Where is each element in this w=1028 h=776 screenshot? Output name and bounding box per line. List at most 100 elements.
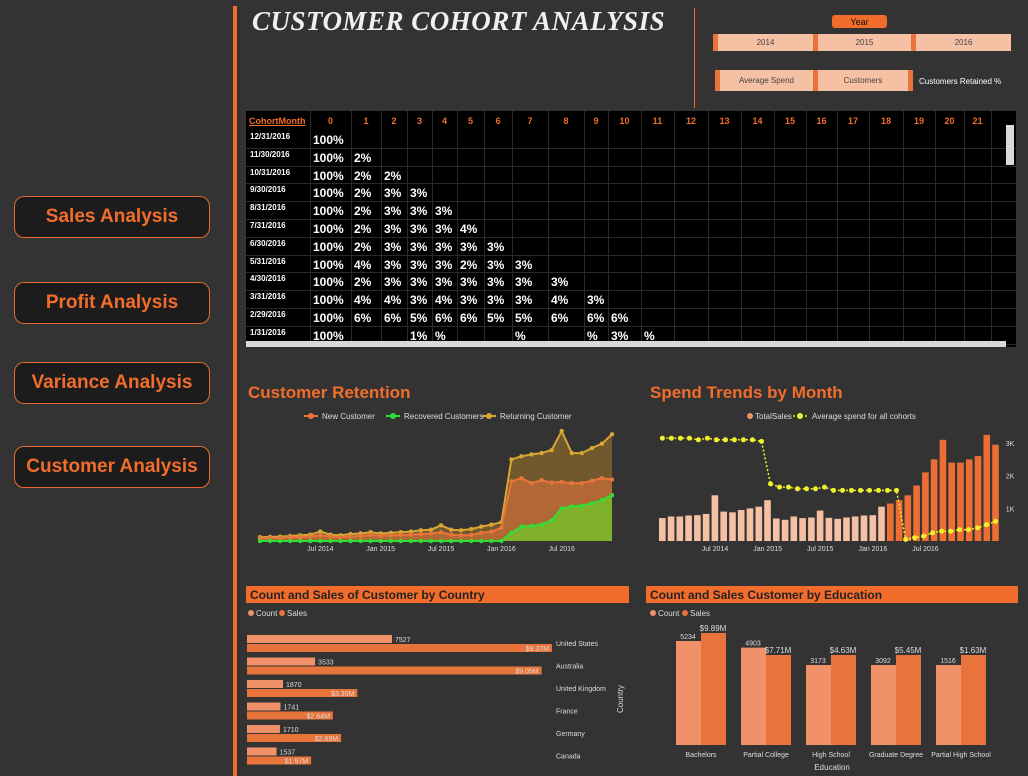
column-header-9[interactable]: 9	[584, 111, 608, 130]
grid-line	[708, 111, 709, 341]
average-spend-point	[948, 528, 954, 534]
data-point	[479, 530, 484, 535]
data-point	[609, 493, 615, 498]
column-header-21[interactable]: 21	[964, 111, 991, 130]
column-header-10[interactable]: 10	[608, 111, 641, 130]
cohort-cell: 5%	[410, 311, 428, 325]
data-point	[569, 450, 574, 456]
average-spend-point	[704, 435, 710, 441]
data-point	[338, 538, 343, 544]
cohort-month-header[interactable]: CohortMonth	[249, 111, 309, 130]
vertical-scrollbar[interactable]	[1006, 125, 1014, 165]
column-header-13[interactable]: 13	[708, 111, 741, 130]
cohort-cell: 3%	[487, 257, 505, 272]
data-point	[519, 524, 524, 529]
grid-line	[351, 111, 352, 341]
year-2015-button[interactable]: 2015	[813, 34, 911, 51]
legend-label: Count	[658, 609, 680, 618]
count-bar	[806, 665, 831, 745]
column-header-2[interactable]: 2	[381, 111, 407, 130]
cohort-cell: 3%	[410, 293, 428, 308]
total-sales-bar	[711, 495, 719, 541]
grid-line	[246, 147, 1016, 149]
customers-retained-button[interactable]: Customers Retained %	[919, 77, 1001, 86]
cohort-cell: 3%	[515, 275, 533, 290]
data-point	[288, 538, 293, 544]
column-header-3[interactable]: 3	[407, 111, 432, 130]
total-sales-bar	[878, 506, 885, 541]
cohort-cell: 6%	[460, 311, 478, 325]
cohort-cell: 3%	[384, 257, 402, 272]
average-spend-point	[930, 530, 936, 536]
column-header-18[interactable]: 18	[869, 111, 903, 130]
cohort-row-label: 7/31/2016	[250, 221, 286, 230]
profit-analysis-button[interactable]: Profit Analysis	[14, 282, 210, 324]
data-point	[368, 538, 373, 544]
column-header-8[interactable]: 8	[548, 111, 584, 130]
average-spend-button[interactable]: Average Spend	[715, 70, 813, 91]
cohort-table[interactable]: CohortMonth 0 1 2 3 4 5 6 7 8 9 10 11 12 13 14 15 16 17 18 1…	[246, 111, 1016, 347]
cohort-cell: 2%	[354, 275, 372, 290]
cohort-cell: 5%	[487, 311, 505, 325]
column-header-1[interactable]: 1	[351, 111, 381, 130]
column-header-6[interactable]: 6	[484, 111, 512, 130]
customers-button[interactable]: Customers	[813, 70, 913, 91]
sales-data-label: $9.37M	[526, 646, 550, 653]
column-header-7[interactable]: 7	[512, 111, 548, 130]
cohort-cell: 4%	[354, 293, 372, 308]
average-spend-point	[749, 437, 755, 443]
sales-data-label: $2.64M	[307, 714, 331, 721]
average-spend-point	[885, 487, 890, 493]
data-point	[529, 452, 534, 457]
country-category-label: Canada	[556, 754, 581, 761]
count-data-label: 3533	[318, 660, 334, 667]
column-header-0[interactable]: 0	[310, 111, 351, 130]
cohort-row-label: 10/31/2016	[250, 167, 291, 177]
data-point	[489, 529, 494, 534]
column-header-15[interactable]: 15	[774, 111, 806, 130]
column-header-11[interactable]: 11	[641, 111, 674, 130]
total-sales-bar	[992, 444, 999, 541]
column-header-4[interactable]: 4	[432, 111, 457, 130]
legend-marker	[486, 413, 492, 419]
grid-line	[246, 272, 1016, 274]
data-point	[579, 503, 584, 508]
column-header-14[interactable]: 14	[741, 111, 774, 130]
country-category-label: Australia	[556, 664, 583, 671]
horizontal-scrollbar[interactable]	[246, 341, 1006, 347]
year-2014-button[interactable]: 2014	[713, 34, 813, 51]
customer-analysis-button[interactable]: Customer Analysis	[14, 446, 210, 488]
cohort-cell: 4%	[551, 293, 569, 308]
data-point	[388, 538, 393, 544]
data-point	[328, 538, 333, 544]
grid-line	[246, 165, 1016, 167]
year-2016-button[interactable]: 2016	[911, 34, 1011, 51]
cohort-cell: 3%	[435, 275, 453, 290]
data-point	[458, 538, 464, 544]
column-header-5[interactable]: 5	[457, 111, 484, 130]
data-point	[499, 525, 504, 530]
sales-bar	[896, 655, 921, 745]
column-header-19[interactable]: 19	[903, 111, 935, 130]
data-point	[569, 504, 574, 509]
total-sales-bar	[816, 510, 824, 541]
column-header-17[interactable]: 17	[837, 111, 869, 130]
total-sales-bar	[694, 515, 701, 541]
legend-marker	[747, 413, 753, 419]
cohort-row-label: 8/31/2016	[250, 203, 286, 213]
column-header-12[interactable]: 12	[674, 111, 708, 130]
cohort-row-label: 4/30/2016	[250, 274, 286, 284]
column-header-16[interactable]: 16	[806, 111, 837, 130]
column-header-20[interactable]: 20	[935, 111, 964, 130]
data-point	[318, 538, 323, 544]
variance-analysis-button[interactable]: Variance Analysis	[14, 362, 210, 404]
data-point	[267, 538, 273, 544]
customer-retention-title: Customer Retention	[248, 383, 411, 402]
cohort-cell: 3%	[410, 275, 428, 290]
data-point	[509, 457, 514, 462]
data-point	[398, 538, 403, 544]
average-spend-point	[849, 487, 854, 493]
data-point	[489, 538, 494, 544]
sales-analysis-button[interactable]: Sales Analysis	[14, 196, 210, 238]
data-point	[559, 428, 564, 434]
